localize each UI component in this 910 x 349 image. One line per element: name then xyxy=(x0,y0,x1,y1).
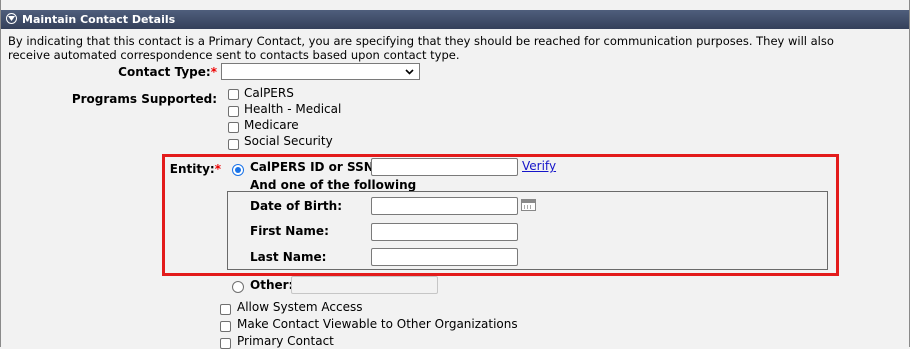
collapse-toggle-icon[interactable] xyxy=(6,13,17,24)
other-input[interactable] xyxy=(291,276,438,294)
section-title: Maintain Contact Details xyxy=(22,13,176,26)
highlight-box xyxy=(162,154,839,276)
program-medicare-checkbox[interactable] xyxy=(228,122,239,133)
chevron-down-icon xyxy=(405,69,414,75)
allow-system-access-checkbox[interactable] xyxy=(220,304,231,315)
program-health-medical-checkbox[interactable] xyxy=(228,106,239,117)
program-health-medical-label: Health - Medical xyxy=(244,102,342,116)
program-social-security-label: Social Security xyxy=(244,134,333,148)
intro-text: By indicating that this contact is a Pri… xyxy=(8,34,834,62)
program-calpers-checkbox[interactable] xyxy=(228,89,239,100)
section-header[interactable]: Maintain Contact Details xyxy=(1,10,909,29)
entity-other-radio[interactable] xyxy=(232,281,244,293)
program-medicare-label: Medicare xyxy=(244,118,299,132)
program-calpers-label: CalPERS xyxy=(244,86,294,100)
programs-supported-label: Programs Supported: xyxy=(71,92,217,106)
primary-contact-label: Primary Contact xyxy=(237,334,334,348)
other-label: Other: xyxy=(250,278,294,292)
make-contact-viewable-label: Make Contact Viewable to Other Organizat… xyxy=(237,317,518,331)
program-social-security-checkbox[interactable] xyxy=(228,139,239,150)
make-contact-viewable-checkbox[interactable] xyxy=(220,321,231,332)
primary-contact-checkbox[interactable] xyxy=(220,338,231,349)
required-mark: * xyxy=(210,65,217,79)
contact-type-select[interactable] xyxy=(221,63,420,80)
maintain-contact-panel: Maintain Contact Details By indicating t… xyxy=(0,0,910,349)
allow-system-access-label: Allow System Access xyxy=(237,300,363,314)
contact-type-label: Contact Type:* xyxy=(118,65,217,79)
